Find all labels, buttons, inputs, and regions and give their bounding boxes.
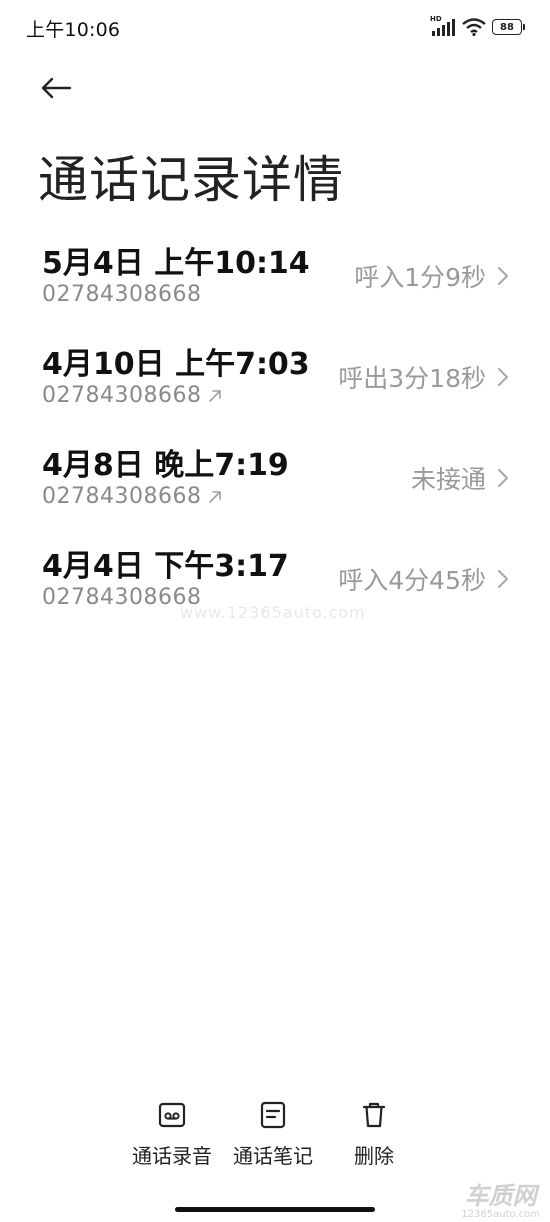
call-log-row[interactable]: 4月8日 晚上7:19 02784308668 未接通 (0, 434, 550, 535)
brand-name: 车质网 (464, 1182, 537, 1210)
brand-logo: 车质网 12365auto.com (461, 1183, 540, 1220)
status-time: 上午10:06 (26, 19, 121, 41)
call-result: 呼出3分18秒 (338, 364, 486, 393)
back-button[interactable] (34, 68, 78, 108)
call-datetime: 4月10日 上午7:03 (42, 347, 310, 382)
call-datetime: 5月4日 上午10:14 (42, 246, 310, 281)
call-log-row[interactable]: 5月4日 上午10:14 02784308668 呼入1分9秒 (0, 232, 550, 333)
trash-icon (359, 1100, 389, 1130)
battery-level: 88 (500, 21, 514, 33)
call-number: 02784308668 (42, 484, 202, 509)
call-datetime: 4月4日 下午3:17 (42, 549, 289, 584)
back-arrow-icon (41, 77, 72, 99)
chevron-right-icon (498, 469, 508, 487)
signal-bars-icon: HD (430, 15, 456, 36)
chevron-right-icon (498, 368, 508, 386)
chevron-right-icon (498, 570, 508, 588)
voicemail-icon (157, 1100, 187, 1130)
call-recording-label: 通话录音 (132, 1144, 212, 1168)
call-list: 5月4日 上午10:14 02784308668 呼入1分9秒 4月10日 上午… (0, 232, 550, 636)
call-notes-button[interactable]: 通话笔记 (233, 1100, 313, 1169)
note-icon (258, 1100, 288, 1130)
outgoing-arrow-icon (209, 389, 222, 402)
watermark: www.12365auto.com (180, 603, 366, 622)
delete-button[interactable]: 删除 (354, 1100, 394, 1169)
brand-site: 12365auto.com (461, 1209, 540, 1220)
delete-label: 删除 (354, 1144, 394, 1168)
bottom-action-bar: 通话录音 通话笔记 删除 (0, 1100, 550, 1180)
call-recording-button[interactable]: 通话录音 (132, 1100, 212, 1169)
call-notes-label: 通话笔记 (233, 1144, 313, 1168)
call-result: 未接通 (410, 465, 486, 494)
outgoing-arrow-icon (209, 490, 222, 503)
call-number: 02784308668 (42, 585, 202, 610)
wifi-icon (462, 18, 486, 37)
call-number: 02784308668 (42, 383, 202, 408)
call-result: 呼入4分45秒 (338, 566, 486, 595)
home-indicator[interactable] (175, 1207, 375, 1212)
status-icons: HD 88 (430, 15, 525, 38)
chevron-right-icon (498, 267, 508, 285)
call-number: 02784308668 (42, 282, 202, 307)
status-bar: 上午10:06 HD 88 (0, 0, 550, 56)
call-log-row[interactable]: 4月10日 上午7:03 02784308668 呼出3分18秒 (0, 333, 550, 434)
battery-icon: 88 (492, 19, 525, 35)
call-datetime: 4月8日 晚上7:19 (42, 448, 289, 483)
page-title: 通话记录详情 (38, 151, 344, 209)
call-result: 呼入1分9秒 (354, 263, 486, 292)
